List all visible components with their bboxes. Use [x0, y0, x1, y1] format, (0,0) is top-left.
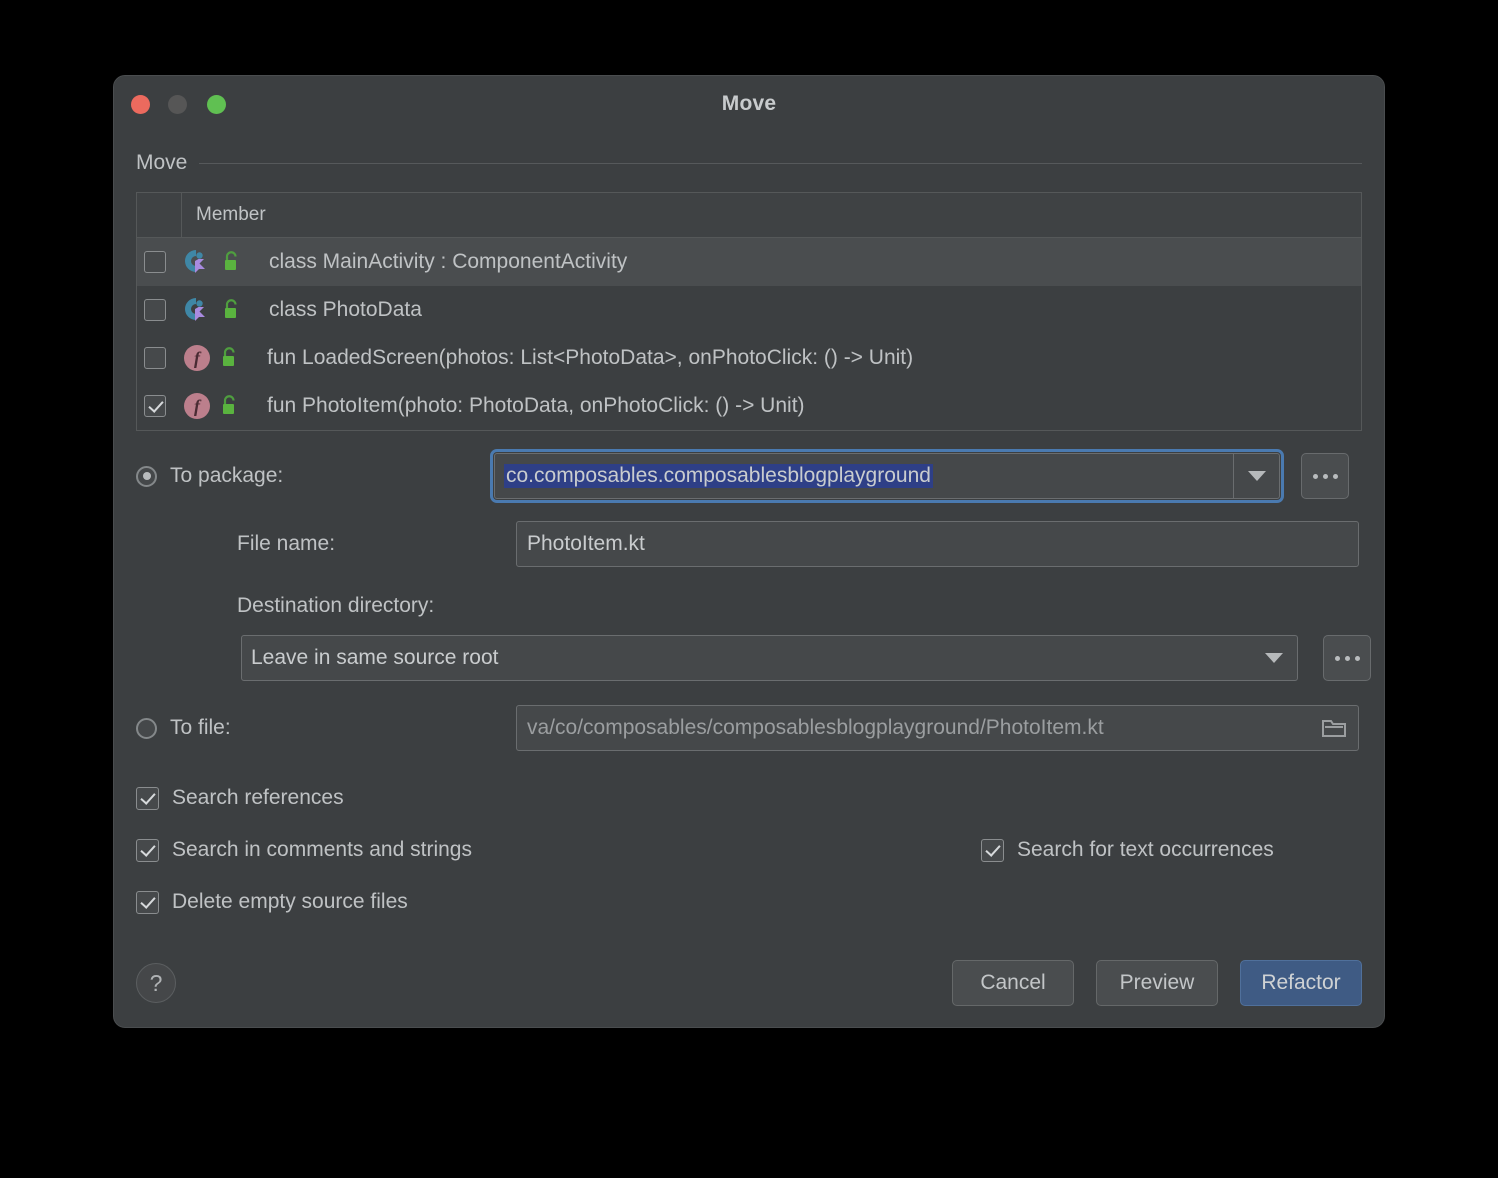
to-file-input[interactable]: va/co/composables/composablesblogplaygro…: [516, 705, 1359, 751]
unlocked-padlock-icon: [219, 347, 239, 369]
ellipsis-dot: [1334, 655, 1340, 661]
cancel-button[interactable]: Cancel: [952, 960, 1074, 1006]
destination-directory-combo[interactable]: Leave in same source root: [241, 635, 1298, 681]
to-package-browse-button[interactable]: [1301, 453, 1349, 499]
window-title: Move: [721, 92, 777, 115]
member-label: fun LoadedScreen(photos: List<PhotoData>…: [267, 346, 914, 369]
file-name-input[interactable]: PhotoItem.kt: [516, 521, 1359, 567]
to-file-label: To file:: [170, 716, 231, 739]
dialog-footer: ? Cancel Preview Refactor: [136, 959, 1362, 1007]
search-text-occurrences-label: Search for text occurrences: [1017, 838, 1274, 861]
search-text-occurrences-row[interactable]: Search for text occurrences: [981, 838, 1274, 862]
folder-icon[interactable]: [1322, 718, 1346, 738]
title-bar: Move: [114, 76, 1384, 132]
to-package-combo-wrap: co.composables.composablesblogplayground: [490, 449, 1284, 503]
ellipsis-dot: [1344, 655, 1350, 661]
row-checkbox[interactable]: [144, 251, 166, 273]
table-row[interactable]: f fun LoadedScreen(photos: List<PhotoDat…: [137, 334, 1361, 382]
delete-empty-source-files-label: Delete empty source files: [172, 890, 408, 913]
dialog-body: Move Member class MainActivity: Compone…: [114, 144, 1384, 919]
unlocked-padlock-icon: [219, 395, 239, 417]
table-row[interactable]: class PhotoData: [137, 286, 1361, 334]
move-section-label: Move: [136, 151, 188, 174]
member-label: class PhotoData: [269, 298, 422, 321]
search-in-comments-checkbox[interactable]: [136, 838, 159, 862]
to-package-row: To package: co.composables.composablesbl…: [136, 449, 1362, 503]
table-header-member: Member: [196, 204, 266, 225]
table-row[interactable]: f fun PhotoItem(photo: PhotoData, onPhot…: [137, 382, 1361, 430]
help-button[interactable]: ?: [136, 963, 176, 1003]
file-name-label: File name:: [237, 532, 336, 555]
search-in-comments-label: Search in comments and strings: [172, 838, 472, 861]
kotlin-class-icon: [182, 247, 212, 277]
unlocked-padlock-icon: [221, 251, 241, 273]
file-name-row: File name: PhotoItem.kt: [136, 521, 1362, 567]
row-checkbox[interactable]: [144, 299, 166, 321]
to-file-value: va/co/composables/composablesblogplaygro…: [527, 716, 1104, 739]
to-package-label: To package:: [170, 464, 284, 487]
destination-directory-row: Leave in same source root: [136, 635, 1371, 681]
delete-empty-source-files-checkbox[interactable]: [136, 890, 159, 914]
kotlin-function-icon: f: [184, 393, 210, 419]
destination-directory-label-row: Destination directory:: [136, 591, 1362, 621]
move-dialog: Move Move Member class MainActivity: Co…: [113, 75, 1385, 1028]
to-package-value: co.composables.composablesblogplayground: [504, 464, 933, 488]
table-row[interactable]: class MainActivity : ComponentActivity: [137, 238, 1361, 286]
ellipsis-dot: [1322, 473, 1328, 479]
row-checkbox[interactable]: [144, 395, 166, 417]
member-label: class MainActivity : ComponentActivity: [269, 250, 628, 273]
ellipsis-dot: [1312, 473, 1318, 479]
destination-directory-label: Destination directory:: [237, 594, 435, 617]
to-file-radio[interactable]: [136, 717, 157, 739]
member-table: Member class MainActivity: ComponentAct…: [136, 192, 1362, 431]
chevron-down-icon: [1247, 471, 1266, 481]
preview-button[interactable]: Preview: [1096, 960, 1218, 1006]
search-references-row[interactable]: Search references: [136, 781, 1362, 815]
section-divider: [199, 162, 1362, 164]
search-references-label: Search references: [172, 786, 344, 809]
to-package-combo[interactable]: co.composables.composablesblogplayground: [494, 453, 1280, 499]
to-package-radio[interactable]: [136, 465, 157, 487]
refactor-button[interactable]: Refactor: [1240, 960, 1362, 1006]
table-header-row: Member: [137, 193, 1361, 238]
kotlin-class-icon: [182, 295, 212, 325]
kotlin-function-icon: f: [184, 345, 210, 371]
unlocked-padlock-icon: [221, 299, 241, 321]
ellipsis-dot: [1354, 655, 1360, 661]
search-references-checkbox[interactable]: [136, 786, 159, 810]
search-text-occurrences-checkbox[interactable]: [981, 838, 1004, 862]
to-package-value-container[interactable]: co.composables.composablesblogplayground: [495, 464, 1233, 488]
chevron-down-icon: [1265, 653, 1283, 663]
member-label: fun PhotoItem(photo: PhotoData, onPhotoC…: [267, 394, 805, 417]
search-comments-row[interactable]: Search in comments and strings Search fo…: [136, 833, 1362, 867]
row-checkbox[interactable]: [144, 347, 166, 369]
delete-empty-source-files-row[interactable]: Delete empty source files: [136, 885, 1362, 919]
table-header-checkbox-column: [137, 193, 182, 237]
destination-directory-browse-button[interactable]: [1323, 635, 1371, 681]
to-package-dropdown-button[interactable]: [1233, 454, 1279, 498]
move-section-header: Move: [136, 144, 1362, 182]
destination-directory-value: Leave in same source root: [251, 646, 499, 669]
destination-directory-dropdown-button[interactable]: [1251, 636, 1297, 680]
ellipsis-dot: [1332, 473, 1338, 479]
to-file-row: To file: va/co/composables/composablesbl…: [136, 705, 1362, 751]
